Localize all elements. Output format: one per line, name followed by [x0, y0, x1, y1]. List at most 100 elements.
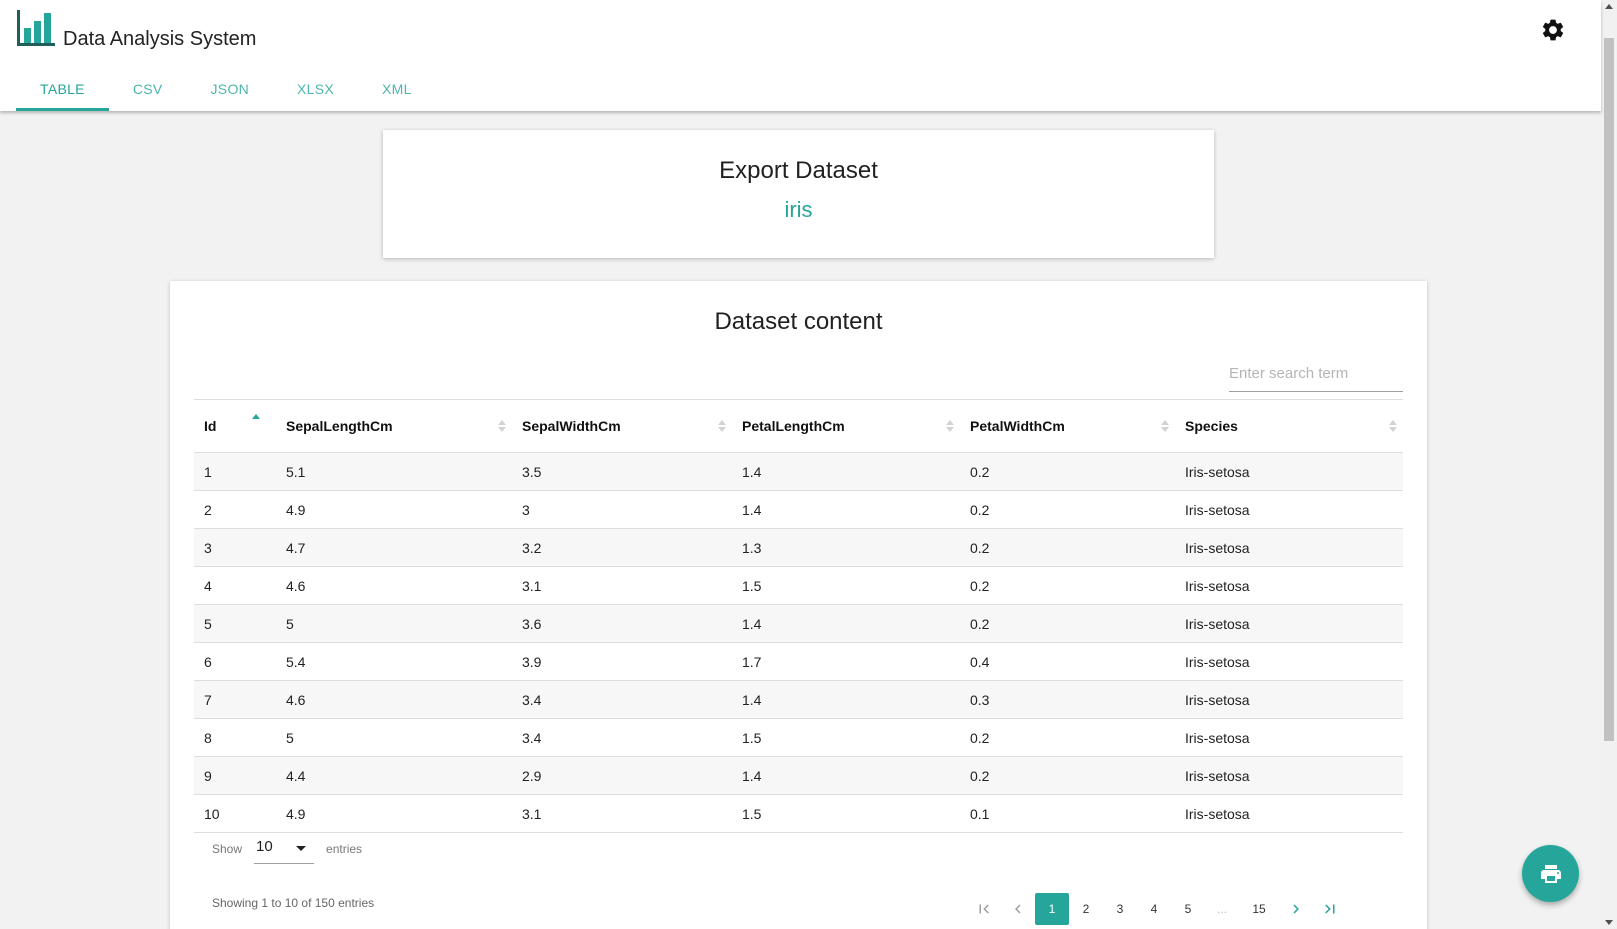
page-button-4[interactable]: 4 — [1137, 893, 1171, 925]
table-cell-petallengthcm: 1.4 — [742, 615, 762, 632]
table-row: 8 5 3.4 1.5 0.2 Iris-setosa — [194, 718, 1403, 757]
table-cell-petallengthcm: 1.5 — [742, 577, 762, 594]
table-cell-petalwidthcm: 0.2 — [970, 615, 990, 632]
scroll-up-arrow-icon[interactable] — [1605, 4, 1613, 9]
table-cell-petalwidthcm: 0.4 — [970, 653, 990, 670]
column-header-label: PetalWidthCm — [970, 418, 1065, 434]
table-cell-petalwidthcm: 0.2 — [970, 577, 990, 594]
table-row: 5 5 3.6 1.4 0.2 Iris-setosa — [194, 604, 1403, 643]
table-cell-petallengthcm: 1.7 — [742, 653, 762, 670]
content-title: Dataset content — [714, 308, 883, 335]
page-length-value: 10 — [256, 838, 273, 855]
page-button-5[interactable]: 5 — [1171, 893, 1205, 925]
next-page-button[interactable] — [1279, 893, 1313, 925]
column-header-petalwidthcm[interactable]: PetalWidthCm — [960, 400, 1175, 453]
table-cell-species: Iris-setosa — [1185, 463, 1250, 480]
table-cell-sepallengthcm: 4.4 — [286, 767, 306, 784]
last-page-icon — [1325, 904, 1335, 914]
show-label: Show — [212, 842, 243, 856]
sort-icon — [498, 420, 506, 432]
last-page-button[interactable] — [1313, 893, 1347, 925]
table-cell-id: 5 — [204, 615, 212, 632]
table-cell-petallengthcm: 1.4 — [742, 691, 762, 708]
tab-xlsx[interactable]: XLSX — [273, 66, 358, 111]
table-cell-id: 3 — [204, 539, 212, 556]
tab-xml[interactable]: XML — [358, 66, 436, 111]
table-cell-species: Iris-setosa — [1185, 501, 1250, 518]
dataset-content-card: Dataset content Id SepalLengthCm SepalWidt… — [170, 281, 1427, 929]
column-header-id[interactable]: Id — [194, 400, 276, 453]
page-button-3[interactable]: 3 — [1103, 893, 1137, 925]
column-header-label: SepalLengthCm — [286, 418, 393, 434]
table-cell-petalwidthcm: 0.2 — [970, 463, 990, 480]
table-cell-species: Iris-setosa — [1185, 729, 1250, 746]
column-header-label: Id — [204, 418, 217, 434]
sort-ascending-icon — [252, 413, 260, 419]
app-title: Data Analysis System — [63, 28, 257, 50]
table-cell-petallengthcm: 1.4 — [742, 463, 762, 480]
table-row: 10 4.9 3.1 1.5 0.1 Iris-setosa — [194, 794, 1403, 833]
table-row: 6 5.4 3.9 1.7 0.4 Iris-setosa — [194, 642, 1403, 681]
table-cell-sepalwidthcm: 3.6 — [522, 615, 542, 632]
table-cell-sepallengthcm: 5 — [286, 615, 294, 632]
first-page-button[interactable] — [967, 893, 1001, 925]
column-header-petallengthcm[interactable]: PetalLengthCm — [732, 400, 960, 453]
column-header-sepallengthcm[interactable]: SepalLengthCm — [276, 400, 512, 453]
table-info: Showing 1 to 10 of 150 entries — [212, 896, 375, 910]
gear-icon[interactable] — [1540, 17, 1566, 43]
scroll-down-arrow-icon[interactable] — [1605, 920, 1613, 925]
previous-page-button[interactable] — [1001, 893, 1035, 925]
page-scrollbar[interactable] — [1601, 0, 1617, 929]
table-cell-sepallengthcm: 5.4 — [286, 653, 306, 670]
print-button[interactable] — [1522, 845, 1579, 902]
scrollbar-thumb[interactable] — [1604, 38, 1614, 741]
page-length-control: Show 10 entries — [212, 834, 362, 864]
page-length-select[interactable]: 10 — [254, 834, 315, 864]
export-title: Export Dataset — [719, 157, 878, 184]
table-cell-sepalwidthcm: 3.1 — [522, 805, 542, 822]
column-header-label: Species — [1185, 418, 1238, 434]
table-cell-sepalwidthcm: 3.9 — [522, 653, 542, 670]
table-cell-petalwidthcm: 0.2 — [970, 729, 990, 746]
table-cell-sepalwidthcm: 3 — [522, 501, 530, 518]
tab-csv[interactable]: CSV — [109, 66, 187, 111]
chevron-down-icon — [296, 846, 307, 851]
table-row: 2 4.9 3 1.4 0.2 Iris-setosa — [194, 490, 1403, 529]
table-cell-sepalwidthcm: 2.9 — [522, 767, 542, 784]
table-cell-petallengthcm: 1.5 — [742, 805, 762, 822]
table-header-row: Id SepalLengthCm SepalWidthCm PetalLengthCm… — [194, 399, 1403, 453]
table-row: 4 4.6 3.1 1.5 0.2 Iris-setosa — [194, 566, 1403, 605]
dataset-table: Id SepalLengthCm SepalWidthCm PetalLengthCm… — [194, 399, 1403, 833]
table-cell-sepallengthcm: 5 — [286, 729, 294, 746]
table-row: 3 4.7 3.2 1.3 0.2 Iris-setosa — [194, 528, 1403, 567]
table-cell-id: 9 — [204, 767, 212, 784]
table-cell-petalwidthcm: 0.2 — [970, 539, 990, 556]
tab-json[interactable]: JSON — [187, 66, 274, 111]
page-button-2[interactable]: 2 — [1069, 893, 1103, 925]
table-cell-id: 7 — [204, 691, 212, 708]
table-cell-sepalwidthcm: 3.1 — [522, 577, 542, 594]
tab-table[interactable]: TABLE — [16, 66, 109, 111]
table-cell-sepalwidthcm: 3.4 — [522, 691, 542, 708]
table-cell-id: 6 — [204, 653, 212, 670]
entries-label: entries — [326, 842, 363, 856]
table-body: 1 5.1 3.5 1.4 0.2 Iris-setosa 2 4.9 3 1.4 0.2 Iris-… — [194, 452, 1403, 833]
dataset-name: iris — [784, 197, 813, 222]
app-bar: Data Analysis System TABLE CSV JSON XLSX… — [0, 0, 1601, 111]
table-row: 1 5.1 3.5 1.4 0.2 Iris-setosa — [194, 452, 1403, 491]
table-cell-species: Iris-setosa — [1185, 615, 1250, 632]
table-cell-petallengthcm: 1.3 — [742, 539, 762, 556]
column-header-species[interactable]: Species — [1175, 400, 1403, 453]
table-cell-sepallengthcm: 4.6 — [286, 691, 306, 708]
table-cell-sepalwidthcm: 3.2 — [522, 539, 542, 556]
sort-icon — [1389, 420, 1397, 432]
search-input[interactable] — [1229, 355, 1403, 392]
first-page-icon — [979, 904, 989, 914]
table-cell-sepalwidthcm: 3.4 — [522, 729, 542, 746]
page-button-15[interactable]: 15 — [1239, 893, 1279, 925]
page-button-1[interactable]: 1 — [1035, 893, 1069, 925]
table-cell-id: 2 — [204, 501, 212, 518]
column-header-sepalwidthcm[interactable]: SepalWidthCm — [512, 400, 732, 453]
table-cell-sepallengthcm: 4.9 — [286, 805, 306, 822]
table-cell-sepallengthcm: 4.7 — [286, 539, 306, 556]
